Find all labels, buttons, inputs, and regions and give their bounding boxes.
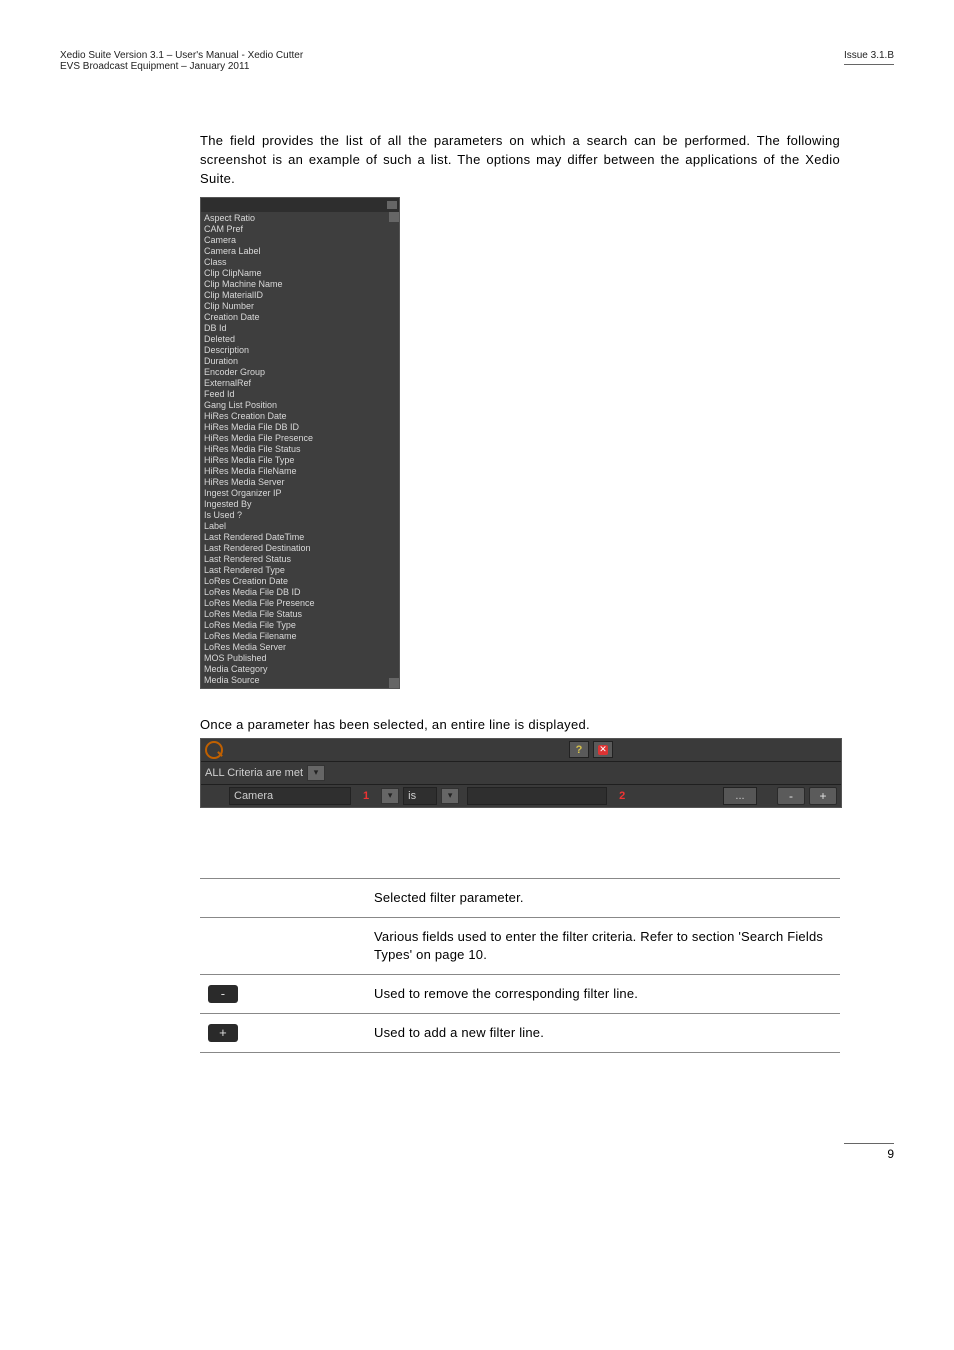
dropdown-option[interactable]: HiRes Media File Status [204, 444, 397, 455]
criteria-mode-label: ALL Criteria are met [205, 767, 303, 779]
close-icon: ✕ [598, 745, 608, 755]
dropdown-option[interactable]: Media Source [204, 675, 397, 686]
row-icon-cell: + [200, 1014, 366, 1053]
row-description: Used to remove the corresponding filter … [366, 975, 840, 1014]
dropdown-option[interactable]: Ingested By [204, 499, 397, 510]
dropdown-option[interactable]: Deleted [204, 334, 397, 345]
dropdown-option[interactable]: Clip Number [204, 301, 397, 312]
header-left: Xedio Suite Version 3.1 – User's Manual … [60, 50, 303, 72]
scroll-up-icon[interactable] [389, 212, 399, 222]
dropdown-option[interactable]: Clip Machine Name [204, 279, 397, 290]
chevron-down-icon[interactable] [387, 201, 397, 209]
dropdown-option[interactable]: Is Used ? [204, 510, 397, 521]
header-right: Issue 3.1.B [844, 50, 894, 72]
dropdown-option[interactable]: HiRes Creation Date [204, 411, 397, 422]
add-line-button[interactable]: + [809, 787, 837, 805]
operator-label: is [408, 790, 416, 802]
minus-button-icon: - [208, 985, 238, 1003]
parameter-dropdown-screenshot: Aspect RatioCAM PrefCameraCamera LabelCl… [200, 197, 400, 689]
page-header: Xedio Suite Version 3.1 – User's Manual … [60, 50, 894, 72]
dropdown-option[interactable]: LoRes Media File DB ID [204, 587, 397, 598]
dropdown-option[interactable]: Description [204, 345, 397, 356]
row-icon-cell [200, 917, 366, 974]
dropdown-option[interactable]: Clip ClipName [204, 268, 397, 279]
header-left-line2: EVS Broadcast Equipment – January 2011 [60, 61, 303, 72]
dropdown-option[interactable]: Duration [204, 356, 397, 367]
dropdown-option[interactable]: HiRes Media Server [204, 477, 397, 488]
annotation-number-2: 2 [611, 790, 633, 802]
dropdown-option[interactable]: LoRes Media Filename [204, 631, 397, 642]
dropdown-option[interactable]: LoRes Media File Type [204, 620, 397, 631]
scroll-down-icon[interactable] [389, 678, 399, 688]
dropdown-option[interactable]: HiRes Media FileName [204, 466, 397, 477]
dropdown-option[interactable]: DB Id [204, 323, 397, 334]
dropdown-option[interactable]: LoRes Media File Status [204, 609, 397, 620]
row-icon-cell [200, 878, 366, 917]
help-button[interactable]: ? [569, 741, 589, 758]
filter-bar-screenshot: ? ✕ ALL Criteria are met Camera 1 is 2 .… [200, 738, 842, 808]
parameter-dropdown-button[interactable] [381, 788, 399, 804]
dropdown-option[interactable]: Encoder Group [204, 367, 397, 378]
issue-label: Issue 3.1.B [844, 50, 894, 61]
dropdown-option[interactable]: Feed Id [204, 389, 397, 400]
criteria-mode-dropdown[interactable] [307, 765, 325, 781]
row-description: Used to add a new filter line. [366, 1014, 840, 1053]
dropdown-option[interactable]: Aspect Ratio [204, 213, 397, 224]
dropdown-collapsed-bar[interactable] [201, 198, 399, 212]
filterbar-row-line: Camera 1 is 2 ... - + [201, 785, 841, 807]
dropdown-option[interactable]: LoRes Creation Date [204, 576, 397, 587]
parameter-field[interactable]: Camera [229, 787, 351, 805]
table-row: Selected filter parameter. [200, 878, 840, 917]
dropdown-option[interactable]: Media Category [204, 664, 397, 675]
dropdown-option[interactable]: Camera [204, 235, 397, 246]
description-table: Selected filter parameter.Various fields… [200, 878, 840, 1054]
dropdown-option[interactable]: MOS Published [204, 653, 397, 664]
header-rule [844, 64, 894, 65]
dropdown-option[interactable]: Last Rendered Type [204, 565, 397, 576]
dropdown-option[interactable]: LoRes Media File Presence [204, 598, 397, 609]
dropdown-option[interactable]: Camera Label [204, 246, 397, 257]
dropdown-option[interactable]: Label [204, 521, 397, 532]
post-dropdown-caption: Once a parameter has been selected, an e… [200, 717, 894, 732]
search-icon[interactable] [205, 741, 223, 759]
dropdown-option[interactable]: LoRes Media Server [204, 642, 397, 653]
parameter-field-label: Camera [234, 790, 273, 802]
operator-dropdown-button[interactable] [441, 788, 459, 804]
page-number: 9 [844, 1143, 894, 1161]
close-button[interactable]: ✕ [593, 741, 613, 758]
page-footer: 9 [60, 1143, 894, 1161]
dropdown-option[interactable]: HiRes Media File Type [204, 455, 397, 466]
table-row: Various fields used to enter the filter … [200, 917, 840, 974]
intro-paragraph: The field provides the list of all the p… [200, 132, 840, 189]
dropdown-list[interactable]: Aspect RatioCAM PrefCameraCamera LabelCl… [201, 212, 399, 688]
dropdown-option[interactable]: HiRes Media File DB ID [204, 422, 397, 433]
value-field[interactable] [467, 787, 607, 805]
dropdown-option[interactable]: Last Rendered Destination [204, 543, 397, 554]
dropdown-option[interactable]: Class [204, 257, 397, 268]
document-page: Xedio Suite Version 3.1 – User's Manual … [0, 0, 954, 1201]
row-description: Various fields used to enter the filter … [366, 917, 840, 974]
dropdown-option[interactable]: CAM Pref [204, 224, 397, 235]
filterbar-row-top: ? ✕ [201, 739, 841, 762]
annotation-number-1: 1 [355, 790, 377, 802]
table-row: + Used to add a new filter line. [200, 1014, 840, 1053]
more-button[interactable]: ... [723, 787, 757, 805]
dropdown-option[interactable]: Gang List Position [204, 400, 397, 411]
dropdown-option[interactable]: HiRes Media File Presence [204, 433, 397, 444]
dropdown-option[interactable]: Last Rendered Status [204, 554, 397, 565]
dropdown-option[interactable]: Last Rendered DateTime [204, 532, 397, 543]
dropdown-option[interactable]: ExternalRef [204, 378, 397, 389]
dropdown-option[interactable]: Clip MaterialID [204, 290, 397, 301]
operator-field[interactable]: is [403, 787, 437, 805]
header-left-line1: Xedio Suite Version 3.1 – User's Manual … [60, 50, 303, 61]
row-description: Selected filter parameter. [366, 878, 840, 917]
row-icon-cell: - [200, 975, 366, 1014]
remove-line-button[interactable]: - [777, 787, 805, 805]
table-row: - Used to remove the corresponding filter… [200, 975, 840, 1014]
dropdown-option[interactable]: Creation Date [204, 312, 397, 323]
plus-button-icon: + [208, 1024, 238, 1042]
dropdown-option[interactable]: Ingest Organizer IP [204, 488, 397, 499]
filterbar-row-criteria: ALL Criteria are met [201, 762, 841, 785]
